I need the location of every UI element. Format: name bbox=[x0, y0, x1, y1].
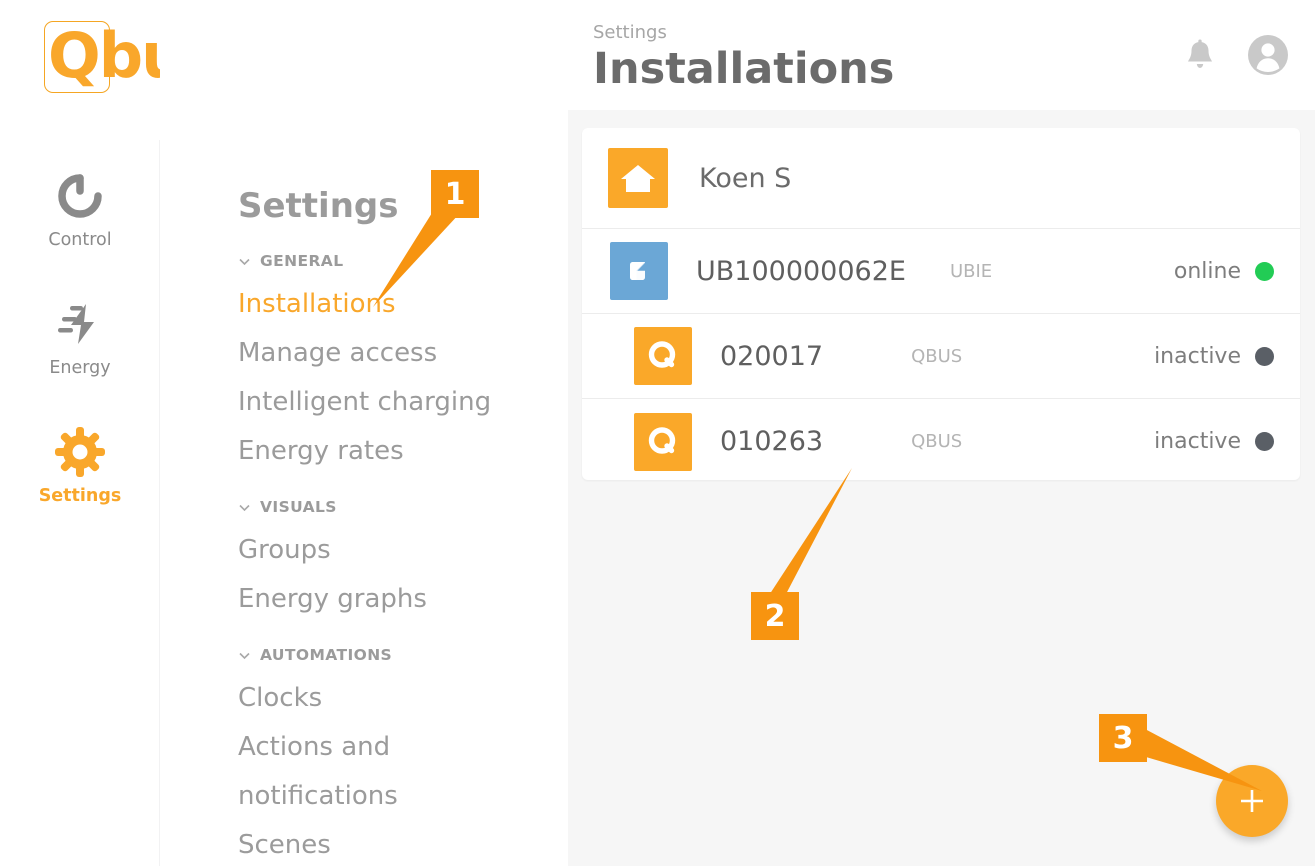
installation-group-name: Koen S bbox=[699, 162, 792, 194]
installation-type: QBUS bbox=[911, 431, 963, 452]
user-avatar-icon[interactable] bbox=[1247, 34, 1289, 81]
installation-row-010263[interactable]: 010263 QBUS inactive bbox=[582, 399, 1300, 480]
installation-type: UBIE bbox=[949, 260, 993, 282]
menu-item-intelligent-charging[interactable]: Intelligent charging bbox=[238, 378, 568, 427]
bell-icon[interactable] bbox=[1185, 39, 1215, 77]
installation-group-row[interactable]: Koen S bbox=[582, 128, 1300, 229]
chevron-down-icon bbox=[238, 501, 251, 514]
menu-item-clocks[interactable]: Clocks bbox=[238, 674, 568, 723]
menu-item-manage-access[interactable]: Manage access bbox=[238, 329, 568, 378]
menu-section-general: GENERAL Installations Manage access Inte… bbox=[238, 252, 568, 476]
installation-row-020017[interactable]: 020017 QBUS inactive bbox=[582, 314, 1300, 399]
menu-item-installations[interactable]: Installations bbox=[238, 280, 568, 329]
menu-section-visuals: VISUALS Groups Energy graphs bbox=[238, 498, 568, 624]
status-dot bbox=[1255, 432, 1274, 451]
content-panel: Settings Installations Koen S UB10000006… bbox=[568, 0, 1315, 866]
menu-item-groups[interactable]: Groups bbox=[238, 526, 568, 575]
gear-icon bbox=[55, 421, 105, 483]
installation-name: 010263 bbox=[720, 426, 824, 457]
installation-name: UB100000062E bbox=[696, 255, 906, 287]
energy-bolt-icon bbox=[56, 293, 104, 355]
nav-rail: Qbus Control Energy Settings bbox=[0, 0, 220, 866]
menu-section-visuals-header[interactable]: VISUALS bbox=[238, 498, 568, 516]
header-actions bbox=[1185, 34, 1289, 81]
nav-item-energy[interactable]: Energy bbox=[0, 293, 160, 421]
house-icon bbox=[608, 148, 668, 208]
qbus-q-icon bbox=[634, 412, 692, 471]
nav-item-control[interactable]: Control bbox=[0, 165, 160, 293]
menu-section-general-header[interactable]: GENERAL bbox=[238, 252, 568, 270]
installations-card: Koen S UB100000062E UBIE online 020017 Q… bbox=[582, 128, 1300, 480]
status-dot bbox=[1255, 261, 1274, 281]
chevron-down-icon bbox=[238, 255, 251, 268]
installation-name: 020017 bbox=[720, 340, 824, 372]
control-circle-icon bbox=[57, 165, 103, 227]
qbus-q-icon bbox=[634, 327, 692, 385]
nav-item-settings-label: Settings bbox=[38, 486, 122, 506]
nav-item-energy-label: Energy bbox=[49, 358, 111, 378]
installation-status: online bbox=[1174, 259, 1300, 284]
menu-item-energy-graphs[interactable]: Energy graphs bbox=[238, 575, 568, 624]
menu-item-actions-and-notifications[interactable]: Actions and notifications bbox=[238, 723, 568, 821]
menu-section-automations-label: AUTOMATIONS bbox=[260, 646, 393, 664]
page-header: Settings Installations bbox=[568, 0, 1315, 110]
add-installation-button[interactable] bbox=[1216, 765, 1288, 837]
plus-icon bbox=[1241, 790, 1263, 812]
breadcrumb[interactable]: Settings bbox=[593, 22, 667, 43]
installation-type: QBUS bbox=[911, 345, 963, 367]
chevron-down-icon bbox=[238, 649, 251, 662]
status-label: online bbox=[1173, 258, 1241, 284]
status-dot bbox=[1255, 346, 1274, 366]
settings-menu: Settings GENERAL Installations Manage ac… bbox=[160, 0, 568, 866]
status-label: inactive bbox=[1154, 343, 1241, 369]
ubie-icon bbox=[610, 242, 668, 300]
menu-section-visuals-label: VISUALS bbox=[260, 498, 337, 516]
page-title: Installations bbox=[593, 44, 895, 94]
nav-item-settings[interactable]: Settings bbox=[0, 421, 160, 549]
nav-rail-items: Control Energy Settings bbox=[0, 165, 160, 549]
menu-item-scenes[interactable]: Scenes bbox=[238, 821, 568, 866]
menu-section-automations: AUTOMATIONS Clocks Actions and notificat… bbox=[238, 646, 568, 866]
installation-row-ubie[interactable]: UB100000062E UBIE online bbox=[582, 229, 1300, 314]
status-label: inactive bbox=[1154, 429, 1241, 454]
app-root: Qbus Control Energy Settings Settings GE… bbox=[0, 0, 1315, 866]
nav-item-control-label: Control bbox=[48, 230, 112, 250]
menu-section-general-label: GENERAL bbox=[260, 252, 344, 270]
menu-section-automations-header[interactable]: AUTOMATIONS bbox=[238, 646, 568, 664]
menu-title: Settings bbox=[238, 186, 399, 226]
installation-status: inactive bbox=[1154, 344, 1300, 369]
menu-item-energy-rates[interactable]: Energy rates bbox=[238, 427, 568, 476]
installation-status: inactive bbox=[1154, 429, 1300, 454]
